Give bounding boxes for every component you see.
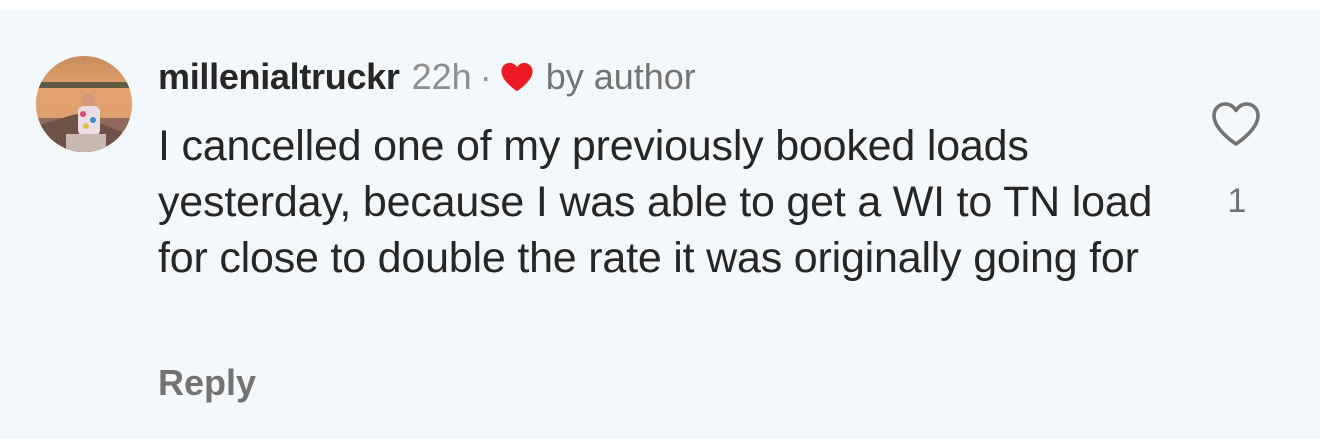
reply-button[interactable]: Reply: [158, 362, 256, 404]
author-liked-heart-icon: [500, 61, 534, 93]
separator-dot: ·: [479, 56, 492, 97]
avatar-photo: [36, 56, 132, 152]
avatar[interactable]: [36, 56, 132, 152]
author-badge: by author: [545, 56, 696, 97]
timestamp: 22h: [411, 56, 472, 97]
heart-outline-icon: [1212, 102, 1260, 146]
comment-header: millenialtruckr 22h · by author: [158, 54, 696, 100]
username[interactable]: millenialtruckr: [158, 56, 400, 98]
comment-text: I cancelled one of my previously booked …: [158, 122, 1153, 282]
top-divider: [0, 0, 1320, 10]
like-count: 1: [1227, 182, 1247, 220]
like-button[interactable]: [1211, 101, 1261, 147]
comment: millenialtruckr 22h · by author I cancel…: [0, 10, 1320, 439]
